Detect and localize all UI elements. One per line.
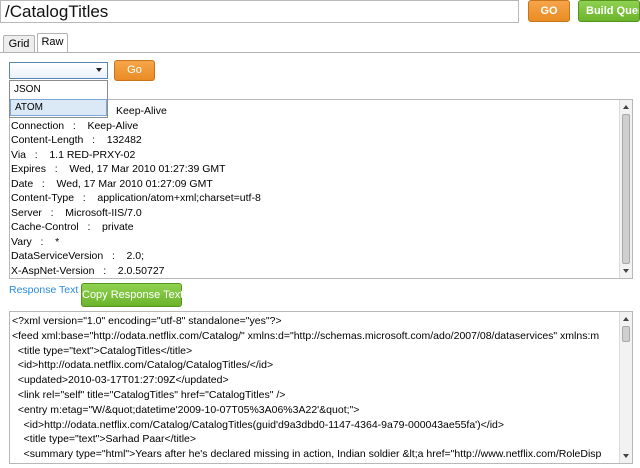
tab-divider	[0, 52, 640, 53]
format-option-json[interactable]: JSON	[10, 81, 107, 99]
response-line: <entry m:etag="W/&quot;datetime'2009-10-…	[12, 403, 360, 416]
response-line: <?xml version="1.0" encoding="utf-8" sta…	[12, 315, 282, 327]
header-line: DataServiceVersion : 2.0;	[11, 250, 145, 262]
format-go-button[interactable]: Go	[114, 60, 155, 81]
url-input[interactable]: /CatalogTitles	[0, 0, 519, 23]
response-line: <title type="text">CatalogTitles</title>	[12, 344, 193, 357]
header-line: Connection : Keep-Alive	[11, 119, 139, 132]
scroll-up-icon[interactable]	[623, 105, 629, 109]
scrollbar-thumb[interactable]	[622, 114, 630, 264]
header-line: X-AspNet-Version : 2.0.50727	[11, 264, 165, 277]
scroll-down-icon[interactable]	[623, 269, 629, 273]
response-text-panel[interactable]: <?xml version="1.0" encoding="utf-8" sta…	[9, 311, 633, 464]
tab-raw[interactable]: Raw	[37, 33, 68, 53]
response-scrollbar[interactable]	[619, 312, 632, 463]
response-line: <id>http://odata.netflix.com/Catalog/Cat…	[12, 418, 505, 431]
tab-grid[interactable]: Grid	[3, 35, 35, 52]
chevron-down-icon[interactable]	[96, 68, 102, 72]
format-option-atom[interactable]: ATOM	[10, 99, 107, 116]
header-line: Expires : Wed, 17 Mar 2010 01:27:39 GMT	[11, 163, 226, 175]
header-line: Cache-Control : private	[11, 221, 134, 233]
response-line: <id>http://odata.netflix.com/Catalog/Cat…	[12, 359, 274, 372]
response-line: <link rel="self" title="CatalogTitles" h…	[12, 388, 286, 401]
header-line: Server : Microsoft-IIS/7.0	[11, 206, 142, 219]
format-dropdown-list: JSON ATOM	[9, 80, 108, 118]
response-headers-list: Keep-Alive Connection : Keep-Alive Content…	[11, 104, 619, 279]
response-headers-panel[interactable]: Keep-Alive Connection : Keep-Alive Content…	[9, 99, 633, 279]
response-line: <summary type="html">Years after he's de…	[12, 448, 602, 461]
response-line: <title type="text">Sarhad Paar</title>	[12, 433, 197, 446]
header-line: Content-Length : 132482	[11, 134, 142, 146]
header-line: X-Powered-By : ASP.NET	[11, 278, 619, 279]
header-line: Via : 1.1 RED-PRXY-02	[11, 148, 136, 161]
response-line: <feed xml:base="http://odata.netflix.com…	[12, 329, 600, 342]
header-line: Content-Type : application/atom+xml;char…	[11, 192, 261, 204]
format-dropdown[interactable]	[9, 62, 108, 79]
header-line: Date : Wed, 17 Mar 2010 01:27:09 GMT	[11, 177, 213, 190]
go-button[interactable]: GO	[528, 0, 570, 22]
response-line: <published>2009-10-07T05:06:22Z</publish…	[12, 462, 618, 464]
scroll-down-icon[interactable]	[623, 454, 629, 458]
header-line: Vary : *	[11, 235, 60, 248]
scrollbar-thumb[interactable]	[622, 326, 630, 342]
copy-response-button[interactable]: Copy Response Text	[81, 283, 183, 307]
scroll-up-icon[interactable]	[623, 317, 629, 321]
build-query-button[interactable]: Build Query	[578, 0, 640, 22]
response-line: <updated>2010-03-17T01:27:09Z</updated>	[12, 374, 229, 387]
response-text-content: <?xml version="1.0" encoding="utf-8" sta…	[12, 314, 618, 464]
response-text-label: Response Text	[9, 284, 79, 296]
headers-scrollbar[interactable]	[619, 100, 632, 278]
